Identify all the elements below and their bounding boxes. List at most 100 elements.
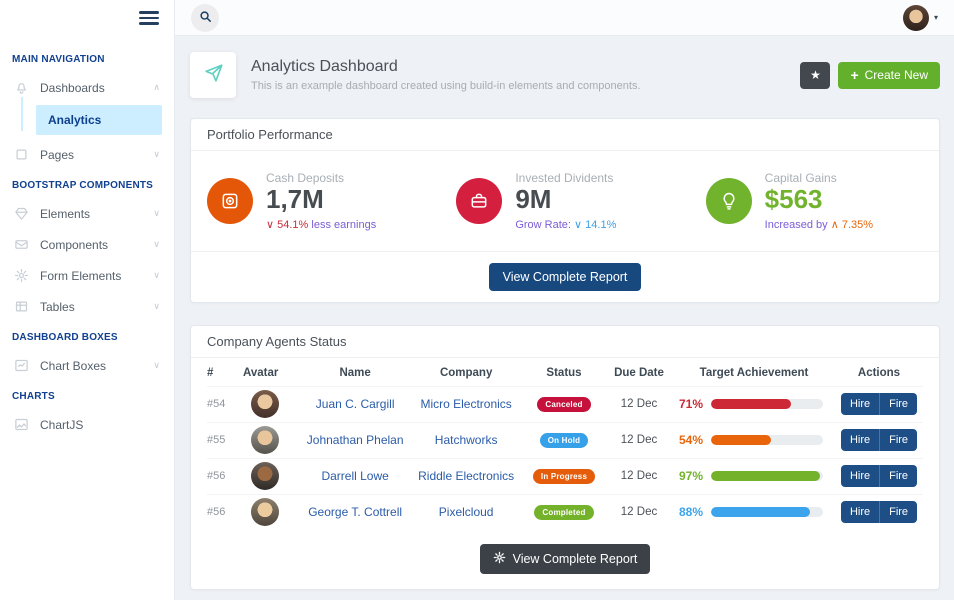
target-achievement: 97% [673, 469, 835, 483]
sidebar-item-dashboards[interactable]: Dashboards [0, 72, 174, 103]
fire-button[interactable]: Fire [879, 465, 917, 487]
target-achievement: 54% [673, 433, 835, 447]
avatar [251, 426, 279, 454]
table-icon [14, 299, 29, 314]
sidebar-item-form-elements[interactable]: Form Elements [0, 260, 174, 291]
col-company: Company [409, 367, 523, 379]
hire-button[interactable]: Hire [841, 429, 879, 451]
company-link[interactable]: Riddle Electronics [409, 469, 523, 483]
sidebar-item-elements[interactable]: Elements [0, 198, 174, 229]
due-date: 12 Dec [605, 398, 673, 410]
sidebar-item-tables[interactable]: Tables [0, 291, 174, 322]
col-id: # [207, 367, 243, 379]
portfolio-stats: Cash Deposits 1,7M ∨ 54.1% less earnings [191, 151, 939, 251]
view-complete-report-dark-button[interactable]: View Complete Report [480, 544, 651, 574]
row-actions: Hire Fire [841, 501, 917, 523]
row-actions: Hire Fire [841, 429, 917, 451]
fire-button[interactable]: Fire [879, 393, 917, 415]
progress-bar [711, 399, 823, 409]
sidebar-item-components[interactable]: Components [0, 229, 174, 260]
agent-name-link[interactable]: Darrell Lowe [301, 469, 409, 483]
avatar [251, 462, 279, 490]
page-title-block: Analytics Dashboard This is an example d… [251, 58, 641, 92]
page-icon-box [190, 52, 236, 98]
chevron-up-icon [153, 82, 160, 93]
col-due-date: Due Date [605, 367, 673, 379]
row-id: #54 [207, 398, 243, 410]
agent-name-link[interactable]: Johnathan Phelan [301, 433, 409, 447]
star-button[interactable]: ★ [800, 62, 830, 89]
topbar-right [903, 5, 938, 31]
user-menu-caret-icon[interactable] [934, 13, 938, 22]
chevron-down-icon [153, 360, 160, 371]
stat-note-text: less earnings [311, 219, 376, 231]
table-row: #56 Darrell Lowe Riddle Electronics In P… [207, 458, 923, 494]
menu-toggle-icon[interactable] [139, 11, 159, 25]
hire-button[interactable]: Hire [841, 393, 879, 415]
avatar [251, 390, 279, 418]
row-actions: Hire Fire [841, 393, 917, 415]
sidebar-item-pages[interactable]: Pages [0, 139, 174, 170]
target-achievement: 88% [673, 505, 835, 519]
sidebar-item-chart-boxes[interactable]: Chart Boxes [0, 350, 174, 381]
agents-card-title: Company Agents Status [191, 326, 939, 358]
main-area: Analytics Dashboard This is an example d… [175, 0, 954, 600]
agent-name-link[interactable]: Juan C. Cargill [301, 397, 409, 411]
row-id: #55 [207, 434, 243, 446]
stat-value: $563 [765, 185, 873, 215]
sidebar-item-label: Dashboards [40, 81, 105, 95]
sidebar-item-label: Pages [40, 148, 74, 162]
hire-button[interactable]: Hire [841, 501, 879, 523]
company-link[interactable]: Pixelcloud [409, 505, 523, 519]
progress-fill [711, 399, 791, 409]
agents-table: # Avatar Name Company Status Due Date Ta… [191, 358, 939, 530]
pages-icon [14, 147, 29, 162]
company-link[interactable]: Micro Electronics [409, 397, 523, 411]
status-badge: On Hold [540, 433, 589, 448]
briefcase-icon [456, 178, 502, 224]
report-button-label: View Complete Report [513, 552, 638, 566]
agent-name-link[interactable]: George T. Cottrell [301, 505, 409, 519]
user-avatar[interactable] [903, 5, 929, 31]
create-new-button[interactable]: + Create New [838, 62, 940, 89]
progress-percent: 71% [673, 397, 703, 411]
fire-button[interactable]: Fire [879, 501, 917, 523]
chevron-down-icon [153, 239, 160, 250]
gem-icon [14, 206, 29, 221]
page-header-actions: ★ + Create New [800, 62, 940, 89]
row-actions: Hire Fire [841, 465, 917, 487]
sidebar-item-label: Tables [40, 300, 75, 314]
create-new-label: Create New [865, 68, 928, 82]
topbar [175, 0, 954, 36]
progress-fill [711, 471, 820, 481]
sidebar-nav: MAIN NAVIGATION Dashboards Analytics Pag… [0, 36, 174, 440]
status-badge: Completed [534, 505, 593, 520]
company-link[interactable]: Hatchworks [409, 433, 523, 447]
row-id: #56 [207, 506, 243, 518]
fire-button[interactable]: Fire [879, 429, 917, 451]
star-icon: ★ [810, 68, 821, 82]
stat-note: ∨ 54.1% less earnings [266, 218, 376, 231]
agents-footer: View Complete Report [191, 530, 939, 589]
sidebar-item-analytics-active[interactable]: Analytics [36, 105, 162, 135]
col-name: Name [301, 367, 409, 379]
view-complete-report-button[interactable]: View Complete Report [489, 263, 642, 291]
hire-button[interactable]: Hire [841, 465, 879, 487]
plus-icon: + [850, 67, 858, 83]
page-subtitle: This is an example dashboard created usi… [251, 80, 641, 92]
nav-section-bootstrap-components: BOOTSTRAP COMPONENTS [0, 170, 174, 198]
due-date: 12 Dec [605, 506, 673, 518]
paper-plane-icon [202, 62, 224, 89]
sidebar-item-label: ChartJS [40, 418, 83, 432]
stat-capital-gains: Capital Gains $563 Increased by ∧ 7.35% [690, 155, 939, 247]
chart-box-icon [14, 358, 29, 373]
search-button[interactable] [191, 4, 219, 32]
progress-bar [711, 435, 823, 445]
stat-percent: 7.35% [842, 219, 873, 231]
sidebar-item-chartjs[interactable]: ChartJS [0, 409, 174, 440]
nav-section-dashboard-boxes: DASHBOARD BOXES [0, 322, 174, 350]
submenu-connector-line [21, 97, 23, 131]
bell-icon [14, 80, 29, 95]
search-icon [198, 9, 213, 27]
nav-section-charts: CHARTS [0, 381, 174, 409]
